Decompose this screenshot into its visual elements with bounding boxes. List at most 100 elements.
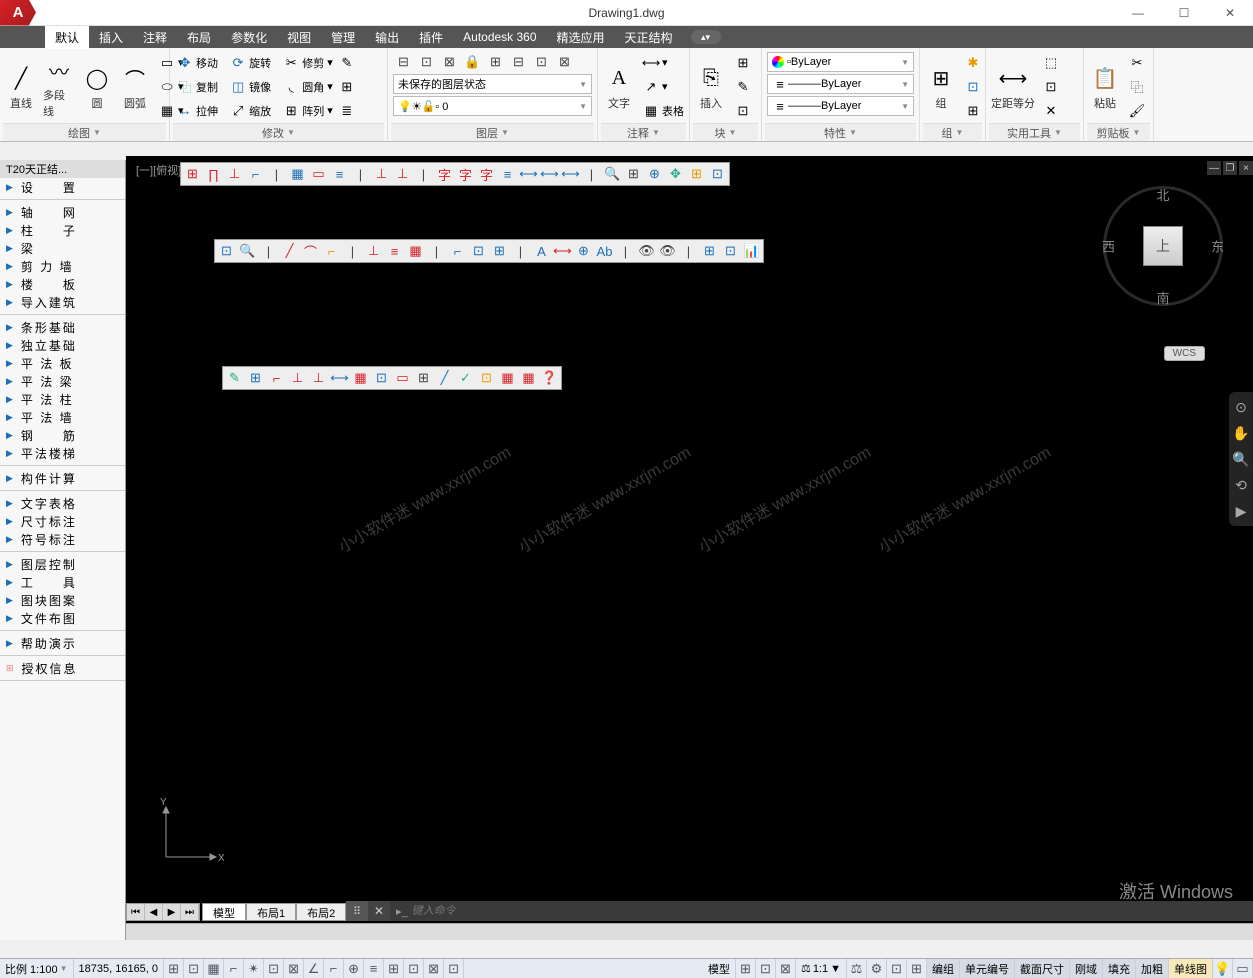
sidebar-item-slab[interactable]: ▶楼 板 bbox=[0, 275, 125, 293]
tb3-i9[interactable]: ▭ bbox=[392, 368, 413, 388]
status-hw-icon[interactable]: ⊡ bbox=[887, 959, 907, 978]
tab-parametric[interactable]: 参数化 bbox=[221, 26, 277, 49]
tb1-i9[interactable]: ⊥ bbox=[392, 164, 413, 184]
table-button[interactable]: ▦表格 bbox=[640, 100, 687, 122]
tb2-i20[interactable]: 📊 bbox=[741, 241, 762, 261]
status-lwt-icon[interactable]: ≡ bbox=[364, 959, 384, 978]
trim-icon[interactable]: ✂ bbox=[283, 55, 299, 71]
status-otrack-icon[interactable]: ∠ bbox=[304, 959, 324, 978]
sidebar-item-shearwall[interactable]: ▶剪 力 墙 bbox=[0, 257, 125, 275]
panel-label-utility[interactable]: 实用工具▼ bbox=[989, 123, 1080, 141]
layer-iso-icon[interactable]: ⊞ bbox=[485, 52, 506, 72]
tb2-i3[interactable]: ╱ bbox=[279, 241, 300, 261]
tab-tzstruct[interactable]: 天正结构 bbox=[615, 26, 683, 49]
tb1-i8[interactable]: ⊥ bbox=[371, 164, 392, 184]
tab-featured[interactable]: 精选应用 bbox=[547, 26, 615, 49]
command-input[interactable] bbox=[408, 905, 1253, 917]
status-polar-icon[interactable]: ✴ bbox=[244, 959, 264, 978]
tb3-i2[interactable]: ⊞ bbox=[245, 368, 266, 388]
sidebar-item-dim[interactable]: ▶尺寸标注 bbox=[0, 512, 125, 530]
sidebar-item-settings[interactable]: ▶设 置 bbox=[0, 178, 125, 196]
tb3-i3[interactable]: ⌐ bbox=[266, 368, 287, 388]
sidebar-item-symbol[interactable]: ▶符号标注 bbox=[0, 530, 125, 548]
status-scale[interactable]: 比例 1:100 ▼ bbox=[0, 959, 74, 978]
tb3-i13[interactable]: ⊡ bbox=[476, 368, 497, 388]
erase-icon[interactable]: ✎ bbox=[339, 55, 355, 71]
tb2-i7[interactable]: ≡ bbox=[384, 241, 405, 261]
layer-lock-icon[interactable]: 🔒 bbox=[462, 52, 483, 72]
tb1-i12[interactable]: 字 bbox=[476, 164, 497, 184]
tab-model[interactable]: 模型 bbox=[202, 903, 246, 921]
tab-layout[interactable]: 布局 bbox=[177, 26, 221, 49]
calc-icon[interactable]: ⊡ bbox=[1040, 76, 1062, 98]
attrib-icon[interactable]: ⊡ bbox=[732, 100, 754, 122]
status-model-button[interactable]: 模型 bbox=[703, 959, 736, 978]
floating-toolbar-1[interactable]: ⊞∏⊥⌐|▦▭≡|⊥⊥|字字字≡⟷⟷⟷|🔍⊞⊕✥⊞⊡ bbox=[180, 162, 730, 186]
tb3-i7[interactable]: ▦ bbox=[350, 368, 371, 388]
status-am-icon[interactable]: ⊡ bbox=[444, 959, 464, 978]
edit-block-icon[interactable]: ✎ bbox=[732, 76, 754, 98]
tb1-i14[interactable]: ⟷ bbox=[518, 164, 539, 184]
layer-on-icon[interactable]: ⊡ bbox=[416, 52, 437, 72]
select-icon[interactable]: ⬚ bbox=[1040, 52, 1062, 74]
stretch-button[interactable]: 拉伸 bbox=[196, 103, 218, 119]
rotate-icon[interactable]: ⟳ bbox=[230, 55, 246, 71]
layout-last-icon[interactable]: ⏭ bbox=[181, 904, 199, 920]
status-qv-icon[interactable]: ⊡ bbox=[756, 959, 776, 978]
layer-freeze-icon[interactable]: ⊠ bbox=[439, 52, 460, 72]
close-button[interactable]: ✕ bbox=[1207, 0, 1253, 26]
nav-wheel-icon[interactable]: ⊙ bbox=[1232, 398, 1250, 416]
maximize-button[interactable]: ☐ bbox=[1161, 0, 1207, 26]
tb1-i20[interactable]: ✥ bbox=[665, 164, 686, 184]
viewcube-top-face[interactable]: 上 bbox=[1143, 226, 1183, 266]
tab-default[interactable]: 默认 bbox=[45, 26, 89, 49]
panel-label-group[interactable]: 组▼ bbox=[923, 123, 982, 141]
minimize-button[interactable]: — bbox=[1115, 0, 1161, 26]
status-text-4[interactable]: 刚域 bbox=[1070, 959, 1103, 978]
status-qp-icon[interactable]: ⊡ bbox=[404, 959, 424, 978]
scale-icon[interactable]: ⤢ bbox=[230, 103, 246, 119]
paste-button[interactable]: 📋粘贴 bbox=[1087, 60, 1123, 113]
layout-first-icon[interactable]: ⏮ bbox=[127, 904, 145, 920]
create-block-icon[interactable]: ⊞ bbox=[732, 52, 754, 74]
canvas-minimize-icon[interactable]: — bbox=[1207, 161, 1221, 175]
status-text-6[interactable]: 加粗 bbox=[1136, 959, 1169, 978]
status-grid-icon[interactable]: ▦ bbox=[204, 959, 224, 978]
sidebar-item-import[interactable]: ▶导入建筑 bbox=[0, 293, 125, 311]
sidebar-item-stripfoundation[interactable]: ▶条形基础 bbox=[0, 318, 125, 336]
tb2-i15[interactable]: Ab bbox=[594, 241, 615, 261]
cmd-handle-icon[interactable]: ⠿ bbox=[346, 901, 368, 921]
floating-toolbar-2[interactable]: ⊡🔍|╱⌒⌐|⊥≡▦|⌐⊡⊞|A⟷⊕Ab|👁👁|⊞⊡📊 bbox=[214, 239, 764, 263]
sidebar-item-flatwall[interactable]: ▶平 法 墙 bbox=[0, 408, 125, 426]
tab-layout1[interactable]: 布局1 bbox=[246, 903, 296, 921]
cut-icon[interactable]: ✂ bbox=[1126, 52, 1148, 74]
status-osnap-icon[interactable]: ⊡ bbox=[264, 959, 284, 978]
tab-autodesk360[interactable]: Autodesk 360 bbox=[453, 27, 546, 47]
move-icon[interactable]: ✥ bbox=[177, 55, 193, 71]
sidebar-item-auth[interactable]: ⊞授权信息 bbox=[0, 659, 125, 677]
tb3-i4[interactable]: ⊥ bbox=[287, 368, 308, 388]
sidebar-item-layout[interactable]: ▶文件布图 bbox=[0, 609, 125, 627]
status-anno-scale[interactable]: ⚖ 1:1▼ bbox=[796, 959, 847, 978]
status-snap-icon[interactable]: ⊡ bbox=[184, 959, 204, 978]
tb1-i19[interactable]: ⊕ bbox=[644, 164, 665, 184]
sidebar-item-flatstair[interactable]: ▶平法楼梯 bbox=[0, 444, 125, 462]
tb3-i15[interactable]: ▦ bbox=[518, 368, 539, 388]
sidebar-item-rebar[interactable]: ▶钢 筋 bbox=[0, 426, 125, 444]
fillet-button[interactable]: 圆角 bbox=[302, 79, 324, 95]
status-sc-icon[interactable]: ⊠ bbox=[424, 959, 444, 978]
tb1-i17[interactable]: 🔍 bbox=[602, 164, 623, 184]
tb1-i11[interactable]: 字 bbox=[455, 164, 476, 184]
tb2-i6[interactable]: ⊥ bbox=[363, 241, 384, 261]
tb2-i18[interactable]: ⊞ bbox=[699, 241, 720, 261]
tb1-i21[interactable]: ⊞ bbox=[686, 164, 707, 184]
panel-label-draw[interactable]: 绘图▼ bbox=[3, 123, 166, 141]
fillet-icon[interactable]: ◟ bbox=[283, 79, 299, 95]
panel-label-props[interactable]: 特性▼ bbox=[765, 123, 916, 141]
point-icon[interactable]: ✕ bbox=[1040, 100, 1062, 122]
sidebar-item-texttable[interactable]: ▶文字表格 bbox=[0, 494, 125, 512]
view-cube[interactable]: 北 南 东 西 上 bbox=[1103, 186, 1223, 306]
tb3-i1[interactable]: ✎ bbox=[224, 368, 245, 388]
sidebar-item-calc[interactable]: ▶构件计算 bbox=[0, 469, 125, 487]
tb1-i15[interactable]: ⟷ bbox=[539, 164, 560, 184]
